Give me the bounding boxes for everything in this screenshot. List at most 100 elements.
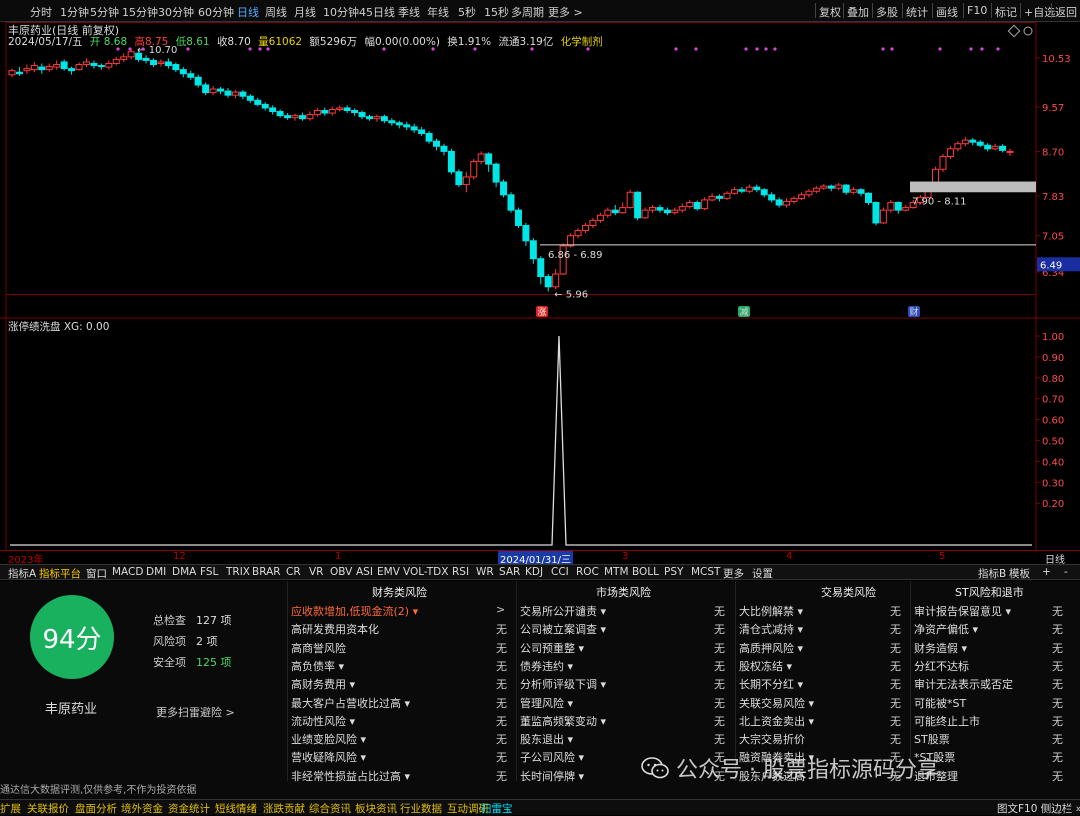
risk-item[interactable]: 分析师评级下调 ▾ [520,676,606,692]
tool-8[interactable]: 返回 [1055,4,1077,20]
indicator-tab-20[interactable]: ROC [576,566,599,578]
risk-item[interactable]: 净资产偏低 ▾ [914,621,978,637]
status-tab-7[interactable]: 综合资讯 [309,801,351,816]
status-tab-6[interactable]: 涨跌贡献 [263,801,305,816]
risk-item[interactable]: 高负债率 ▾ [291,658,344,674]
indicator-tab-right-2[interactable]: + [1042,566,1051,578]
indicator-tab-9[interactable]: CR [286,566,301,578]
indicator-tab-15[interactable]: RSI [452,566,469,578]
status-tab-2[interactable]: 盘面分析 [75,801,117,816]
risk-item[interactable]: 可能终止上市 [914,713,980,729]
risk-item[interactable]: 高商誉风险 [291,640,346,656]
risk-item[interactable]: 分红不达标 [914,658,969,674]
risk-item[interactable]: ST股票 [914,731,950,747]
tool-3[interactable]: 统计 [906,4,928,20]
status-tab-0[interactable]: 扩展 [0,801,21,816]
risk-item[interactable]: 长时间停牌 ▾ [520,768,584,784]
indicator-tab-7[interactable]: TRIX [226,566,250,578]
indicator-tab-1[interactable]: 指标平台 [39,566,81,581]
risk-item[interactable]: 大比例解禁 ▾ [739,603,803,619]
indicator-tab-right-0[interactable]: 指标B [978,566,1006,581]
indicator-tab-11[interactable]: OBV [330,566,352,578]
period-9[interactable]: 10分钟 [323,4,359,20]
period-12[interactable]: 年线 [427,4,449,20]
period-7[interactable]: 周线 [265,4,287,20]
period-16[interactable]: 更多 > [548,4,583,20]
indicator-tab-24[interactable]: MCST [691,566,720,578]
risk-item[interactable]: 最大客户占营收比过高 ▾ [291,695,410,711]
period-0[interactable]: 分时 [30,4,52,20]
indicator-tab-right-3[interactable]: - [1064,566,1068,578]
indicator-tab-26[interactable]: 设置 [752,566,773,581]
indicator-tab-23[interactable]: PSY [664,566,683,578]
period-8[interactable]: 月线 [294,4,316,20]
status-tab-4[interactable]: 资金统计 [168,801,210,816]
risk-item[interactable]: 管理风险 ▾ [520,695,573,711]
tool-1[interactable]: 叠加 [847,4,869,20]
risk-item[interactable]: 股东退出 ▾ [520,731,573,747]
diamond-icon[interactable] [1007,24,1021,38]
risk-item[interactable]: 营收疑降风险 ▾ [291,749,366,765]
indicator-tab-right-1[interactable]: 模板 [1009,566,1030,581]
risk-item[interactable]: 公司预重整 ▾ [520,640,584,656]
indicator-tab-14[interactable]: VOL-TDX [403,566,448,578]
indicator-tab-13[interactable]: EMV [377,566,400,578]
status-tab-9[interactable]: 行业数据 [400,801,442,816]
risk-item[interactable]: 北上资金卖出 ▾ [739,713,814,729]
indicator-tab-6[interactable]: FSL [200,566,218,578]
tool-0[interactable]: 复权 [819,4,841,20]
tool-4[interactable]: 画线 [936,4,958,20]
risk-item[interactable]: 高质押风险 ▾ [739,640,803,656]
risk-item[interactable]: 关联交易风险 ▾ [739,695,814,711]
indicator-tab-3[interactable]: MACD [112,566,143,578]
indicator-tab-19[interactable]: CCI [551,566,569,578]
indicator-tab-18[interactable]: KDJ [525,566,543,578]
risk-item[interactable]: 公司被立案调查 ▾ [520,621,606,637]
risk-item[interactable]: 高研发费用资本化 [291,621,379,637]
period-6[interactable]: 日线 [237,4,259,20]
period-11[interactable]: 季线 [398,4,420,20]
indicator-tab-17[interactable]: SAR [499,566,520,578]
period-2[interactable]: 5分钟 [90,4,119,20]
risk-item[interactable]: 审计报告保留意见 ▾ [914,603,1011,619]
circle-icon[interactable] [1023,26,1033,36]
indicator-tab-2[interactable]: 窗口 [86,566,107,581]
indicator-tab-8[interactable]: BRAR [252,566,281,578]
indicator-tab-5[interactable]: DMA [172,566,196,578]
indicator-tab-4[interactable]: DMI [146,566,166,578]
period-4[interactable]: 30分钟 [158,4,194,20]
status-right[interactable]: 图文F10 侧边栏 » [997,801,1080,816]
tool-6[interactable]: 标记 [995,4,1017,20]
indicator-tab-25[interactable]: 更多 [723,566,744,581]
period-10[interactable]: 45日线 [359,4,395,20]
risk-item[interactable]: 审计无法表示或否定 [914,676,1013,692]
period-3[interactable]: 15分钟 [122,4,158,20]
status-tab-8[interactable]: 板块资讯 [355,801,397,816]
risk-item[interactable]: 股权冻结 ▾ [739,658,792,674]
risk-item[interactable]: 债券违约 ▾ [520,658,573,674]
risk-item[interactable]: 子公司风险 ▾ [520,749,584,765]
period-15[interactable]: 多周期 [511,4,544,20]
indicator-tab-12[interactable]: ASI [356,566,373,578]
risk-item[interactable]: 非经常性损益占比过高 ▾ [291,768,410,784]
status-tab-11[interactable]: 扫雷宝 [481,801,513,816]
risk-item[interactable]: 财务造假 ▾ [914,640,967,656]
indicator-tab-0[interactable]: 指标A [8,566,36,581]
status-tab-3[interactable]: 境外资金 [121,801,163,816]
risk-item[interactable]: 大宗交易折价 [739,731,805,747]
indicator-tab-10[interactable]: VR [309,566,323,578]
period-13[interactable]: 5秒 [458,4,476,20]
risk-item[interactable]: 董监高频繁变动 ▾ [520,713,606,729]
period-14[interactable]: 15秒 [484,4,509,20]
risk-item[interactable]: 业绩变脸风险 ▾ [291,731,366,747]
risk-item[interactable]: 可能被*ST [914,695,966,711]
indicator-tab-16[interactable]: WR [476,566,494,578]
risk-item[interactable]: 交易所公开谴责 ▾ [520,603,606,619]
more-scan-link[interactable]: 更多扫雷避险 > [156,704,235,720]
period-1[interactable]: 1分钟 [60,4,89,20]
risk-item[interactable]: 应收款增加,低现金流(2) ▾ [291,603,418,619]
risk-item[interactable]: 清仓式减持 ▾ [739,621,803,637]
tool-2[interactable]: 多股 [876,4,898,20]
status-tab-1[interactable]: 关联报价 [27,801,69,816]
kline-chart[interactable]: 10.539.578.707.837.056.346.496.86 - 6.89… [0,22,1080,550]
